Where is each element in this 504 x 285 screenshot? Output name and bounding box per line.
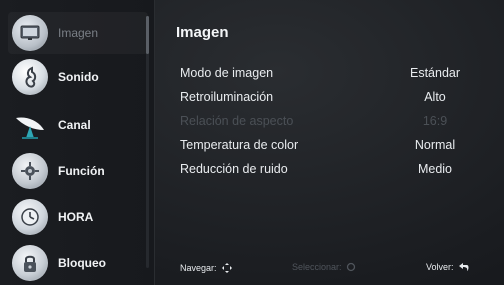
sidebar-item-label: Imagen	[58, 26, 99, 40]
sidebar-item-imagen[interactable]: Imagen	[8, 12, 148, 54]
hint-navigate: Navegar:	[180, 262, 233, 274]
satellite-dish-icon	[12, 107, 48, 143]
ok-button-icon	[346, 262, 355, 272]
sidebar-item-label: Bloqueo	[58, 256, 106, 270]
setting-value: Medio	[417, 162, 453, 176]
tv-settings-screen: Imagen Sonido Canal Función HORA Bloqueo…	[0, 0, 504, 285]
hint-back-label: Volver:	[426, 262, 454, 272]
setting-value: Normal	[414, 138, 456, 152]
setting-label: Retroiluminación	[180, 90, 274, 104]
sidebar-scroll-thumb[interactable]	[146, 16, 149, 54]
setting-label: Modo de imagen	[180, 66, 274, 80]
dpad-icon	[221, 263, 232, 273]
hint-select: Seleccionar:	[292, 262, 356, 272]
return-arrow-icon	[458, 263, 469, 271]
setting-row-temperatura-de-color[interactable]: Temperatura de color Normal	[180, 134, 480, 156]
footer-hints: Navegar: Seleccionar: Volver:	[158, 262, 504, 278]
setting-value: 16:9	[422, 114, 448, 128]
page-title: Imagen	[176, 24, 229, 41]
sidebar-item-label: Canal	[58, 118, 91, 132]
setting-value: Alto	[424, 90, 446, 104]
setting-row-reduccion-de-ruido[interactable]: Reducción de ruido Medio	[180, 158, 480, 180]
setting-value: Estándar	[409, 66, 461, 80]
setting-row-modo-de-imagen[interactable]: Modo de imagen Estándar	[180, 62, 480, 84]
setting-label: Reducción de ruido	[180, 162, 288, 176]
picture-icon	[12, 15, 48, 51]
hint-navigate-label: Navegar:	[180, 263, 217, 273]
sidebar-item-label: Función	[58, 164, 105, 178]
sidebar-item-bloqueo[interactable]: Bloqueo	[8, 242, 148, 284]
sidebar-item-label: Sonido	[58, 70, 99, 84]
setting-row-retroiluminacion[interactable]: Retroiluminación Alto	[180, 86, 480, 108]
settings-panel: Imagen Modo de imagen Estándar Retroilum…	[158, 0, 504, 285]
lock-icon	[12, 245, 48, 281]
setting-row-relacion-de-aspecto: Relación de aspecto 16:9	[180, 110, 480, 132]
gear-icon	[12, 153, 48, 189]
clock-icon	[12, 199, 48, 235]
sidebar-item-sonido[interactable]: Sonido	[8, 56, 148, 98]
setting-label: Relación de aspecto	[180, 114, 294, 128]
sidebar-item-hora[interactable]: HORA	[8, 196, 148, 238]
sidebar-item-canal[interactable]: Canal	[8, 104, 148, 146]
hint-select-label: Seleccionar:	[292, 262, 342, 272]
sidebar-item-funcion[interactable]: Función	[8, 150, 148, 192]
music-note-icon	[12, 59, 48, 95]
sidebar-item-label: HORA	[58, 210, 94, 224]
setting-label: Temperatura de color	[180, 138, 299, 152]
sidebar: Imagen Sonido Canal Función HORA Bloqueo	[0, 0, 155, 285]
hint-back: Volver:	[426, 262, 470, 272]
